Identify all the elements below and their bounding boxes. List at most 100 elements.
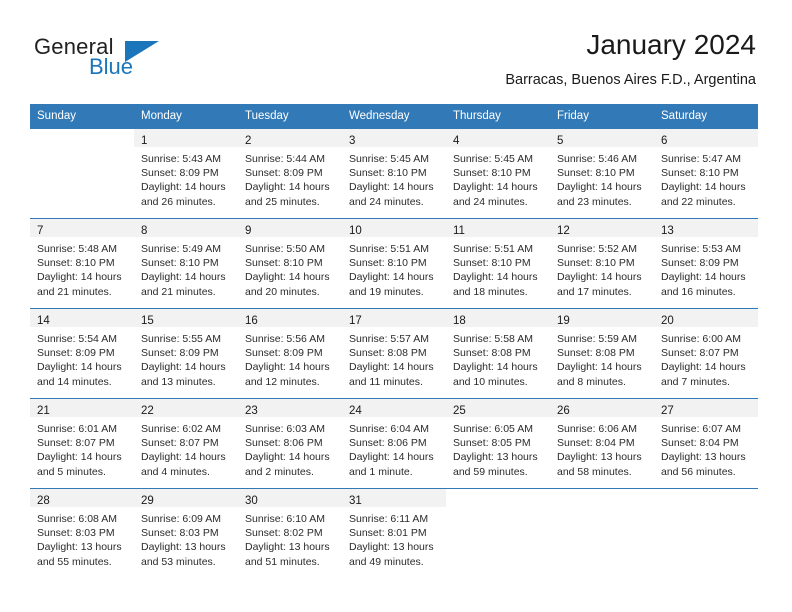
calendar-day-cell[interactable]: 28 Sunrise: 6:08 AM Sunset: 8:03 PM Dayligh… — [30, 488, 134, 578]
day-number-band: 17 — [342, 309, 446, 327]
calendar-week-row: 14 Sunrise: 5:54 AM Sunset: 8:09 PM Dayligh… — [30, 308, 758, 399]
calendar-day-cell[interactable]: 2 Sunrise: 5:44 AM Sunset: 8:09 PM Daylight… — [238, 129, 342, 219]
calendar-day-cell[interactable]: 17 Sunrise: 5:57 AM Sunset: 8:08 PM Dayligh… — [342, 308, 446, 399]
day-details: Sunrise: 5:58 AM Sunset: 8:08 PM Daylight:… — [446, 327, 550, 389]
day-number-band: 27 — [654, 399, 758, 417]
day-number-band: 26 — [550, 399, 654, 417]
calendar-day-cell[interactable]: 18 Sunrise: 5:58 AM Sunset: 8:08 PM Dayligh… — [446, 308, 550, 399]
sunset-text: Sunset: 8:10 PM — [453, 167, 531, 180]
day-number: 8 — [141, 225, 148, 237]
calendar-day-cell[interactable]: 19 Sunrise: 5:59 AM Sunset: 8:08 PM Dayligh… — [550, 308, 654, 399]
day-number-band: 6 — [654, 129, 758, 147]
daylight-text-line2: and 56 minutes. — [661, 465, 736, 478]
calendar-day-cell[interactable]: 27 Sunrise: 6:07 AM Sunset: 8:04 PM Dayligh… — [654, 398, 758, 489]
daylight-text-line1: Daylight: 14 hours — [453, 361, 538, 374]
calendar-day-cell[interactable] — [654, 488, 758, 578]
day-cell-content: 7 Sunrise: 5:48 AM Sunset: 8:10 PM Daylight… — [30, 219, 134, 308]
calendar-day-cell[interactable] — [446, 488, 550, 578]
calendar-day-cell[interactable] — [550, 488, 654, 578]
calendar-day-cell[interactable]: 24 Sunrise: 6:04 AM Sunset: 8:06 PM Dayligh… — [342, 398, 446, 489]
daylight-text-line1: Daylight: 13 hours — [349, 541, 434, 554]
calendar-day-cell[interactable]: 6 Sunrise: 5:47 AM Sunset: 8:10 PM Daylight… — [654, 129, 758, 219]
calendar-day-cell[interactable]: 9 Sunrise: 5:50 AM Sunset: 8:10 PM Daylight… — [238, 218, 342, 309]
calendar-day-cell[interactable]: 26 Sunrise: 6:06 AM Sunset: 8:04 PM Dayligh… — [550, 398, 654, 489]
sunrise-text: Sunrise: 6:08 AM — [37, 513, 117, 525]
calendar-day-cell[interactable]: 10 Sunrise: 5:51 AM Sunset: 8:10 PM Dayligh… — [342, 218, 446, 309]
daylight-text-line2: and 13 minutes. — [141, 375, 216, 388]
calendar-day-cell[interactable]: 8 Sunrise: 5:49 AM Sunset: 8:10 PM Daylight… — [134, 218, 238, 309]
day-number: 11 — [453, 225, 465, 237]
calendar-day-cell[interactable]: 16 Sunrise: 5:56 AM Sunset: 8:09 PM Dayligh… — [238, 308, 342, 399]
day-number-band: 13 — [654, 219, 758, 237]
sunset-text: Sunset: 8:10 PM — [349, 257, 427, 270]
day-cell-content: 8 Sunrise: 5:49 AM Sunset: 8:10 PM Daylight… — [134, 219, 238, 308]
daylight-text-line1: Daylight: 14 hours — [557, 181, 642, 194]
day-details: Sunrise: 5:55 AM Sunset: 8:09 PM Daylight:… — [134, 327, 238, 389]
day-cell-content: 27 Sunrise: 6:07 AM Sunset: 8:04 PM Dayligh… — [654, 399, 758, 488]
calendar-day-cell[interactable]: 29 Sunrise: 6:09 AM Sunset: 8:03 PM Dayligh… — [134, 488, 238, 578]
day-number-band: 20 — [654, 309, 758, 327]
sunrise-text: Sunrise: 6:07 AM — [661, 423, 741, 435]
calendar-day-cell[interactable]: 20 Sunrise: 6:00 AM Sunset: 8:07 PM Dayligh… — [654, 308, 758, 399]
day-details: Sunrise: 6:03 AM Sunset: 8:06 PM Daylight:… — [238, 417, 342, 479]
day-number: 22 — [141, 405, 154, 417]
day-number: 2 — [245, 135, 252, 147]
sunset-text: Sunset: 8:08 PM — [349, 347, 427, 360]
calendar-day-cell[interactable]: 4 Sunrise: 5:45 AM Sunset: 8:10 PM Daylight… — [446, 129, 550, 219]
calendar-table: Sunday Monday Tuesday Wednesday Thursday… — [30, 104, 758, 578]
daylight-text-line1: Daylight: 14 hours — [245, 181, 330, 194]
sunrise-text: Sunrise: 5:57 AM — [349, 333, 429, 345]
day-number: 27 — [661, 405, 674, 417]
calendar-day-cell[interactable]: 5 Sunrise: 5:46 AM Sunset: 8:10 PM Daylight… — [550, 129, 654, 219]
calendar-day-cell[interactable]: 11 Sunrise: 5:51 AM Sunset: 8:10 PM Dayligh… — [446, 218, 550, 309]
calendar-day-cell[interactable]: 3 Sunrise: 5:45 AM Sunset: 8:10 PM Daylight… — [342, 129, 446, 219]
sunrise-text: Sunrise: 6:05 AM — [453, 423, 533, 435]
day-number: 12 — [557, 225, 570, 237]
day-details: Sunrise: 5:45 AM Sunset: 8:10 PM Daylight:… — [342, 147, 446, 209]
daylight-text-line1: Daylight: 14 hours — [141, 361, 226, 374]
daylight-text-line1: Daylight: 13 hours — [453, 451, 538, 464]
daylight-text-line1: Daylight: 13 hours — [661, 451, 746, 464]
day-number: 24 — [349, 405, 362, 417]
calendar-day-cell[interactable]: 14 Sunrise: 5:54 AM Sunset: 8:09 PM Dayligh… — [30, 308, 134, 399]
day-details: Sunrise: 6:10 AM Sunset: 8:02 PM Daylight:… — [238, 507, 342, 569]
calendar-day-cell[interactable]: 7 Sunrise: 5:48 AM Sunset: 8:10 PM Daylight… — [30, 218, 134, 309]
day-number-band: 31 — [342, 489, 446, 507]
calendar-day-cell[interactable]: 22 Sunrise: 6:02 AM Sunset: 8:07 PM Dayligh… — [134, 398, 238, 489]
general-blue-logo[interactable]: General Blue — [34, 36, 214, 82]
calendar-day-cell[interactable] — [30, 129, 134, 219]
calendar-day-cell[interactable]: 31 Sunrise: 6:11 AM Sunset: 8:01 PM Dayligh… — [342, 488, 446, 578]
sunset-text: Sunset: 8:09 PM — [245, 167, 323, 180]
calendar-week-row: 7 Sunrise: 5:48 AM Sunset: 8:10 PM Daylight… — [30, 218, 758, 309]
day-number: 1 — [141, 135, 148, 147]
calendar-day-cell[interactable]: 15 Sunrise: 5:55 AM Sunset: 8:09 PM Dayligh… — [134, 308, 238, 399]
calendar-day-cell[interactable]: 21 Sunrise: 6:01 AM Sunset: 8:07 PM Dayligh… — [30, 398, 134, 489]
day-cell-content: 20 Sunrise: 6:00 AM Sunset: 8:07 PM Dayligh… — [654, 309, 758, 398]
day-number-band: 25 — [446, 399, 550, 417]
sunrise-text: Sunrise: 5:50 AM — [245, 243, 325, 255]
calendar-day-cell[interactable]: 1 Sunrise: 5:43 AM Sunset: 8:09 PM Daylight… — [134, 129, 238, 219]
day-number-band: 14 — [30, 309, 134, 327]
daylight-text-line2: and 24 minutes. — [349, 195, 424, 208]
calendar-day-cell[interactable]: 13 Sunrise: 5:53 AM Sunset: 8:09 PM Dayligh… — [654, 218, 758, 309]
day-details: Sunrise: 6:02 AM Sunset: 8:07 PM Daylight:… — [134, 417, 238, 479]
sunset-text: Sunset: 8:04 PM — [557, 437, 635, 450]
calendar-day-cell[interactable]: 30 Sunrise: 6:10 AM Sunset: 8:02 PM Dayligh… — [238, 488, 342, 578]
day-cell-content: 3 Sunrise: 5:45 AM Sunset: 8:10 PM Daylight… — [342, 129, 446, 218]
sunset-text: Sunset: 8:07 PM — [661, 347, 739, 360]
sunrise-text: Sunrise: 5:46 AM — [557, 153, 637, 165]
calendar-day-cell[interactable]: 25 Sunrise: 6:05 AM Sunset: 8:05 PM Dayligh… — [446, 398, 550, 489]
day-number: 30 — [245, 495, 258, 507]
sunset-text: Sunset: 8:03 PM — [141, 527, 219, 540]
calendar-day-cell[interactable]: 12 Sunrise: 5:52 AM Sunset: 8:10 PM Dayligh… — [550, 218, 654, 309]
page-subtitle: Barracas, Buenos Aires F.D., Argentina — [505, 72, 756, 88]
calendar-day-cell[interactable]: 23 Sunrise: 6:03 AM Sunset: 8:06 PM Dayligh… — [238, 398, 342, 489]
daylight-text-line2: and 5 minutes. — [37, 465, 106, 478]
sunset-text: Sunset: 8:09 PM — [661, 257, 739, 270]
daylight-text-line2: and 21 minutes. — [141, 285, 216, 298]
day-details: Sunrise: 6:04 AM Sunset: 8:06 PM Daylight:… — [342, 417, 446, 479]
day-number-band: 12 — [550, 219, 654, 237]
sunrise-text: Sunrise: 5:44 AM — [245, 153, 325, 165]
sunrise-text: Sunrise: 5:49 AM — [141, 243, 221, 255]
sunset-text: Sunset: 8:08 PM — [557, 347, 635, 360]
